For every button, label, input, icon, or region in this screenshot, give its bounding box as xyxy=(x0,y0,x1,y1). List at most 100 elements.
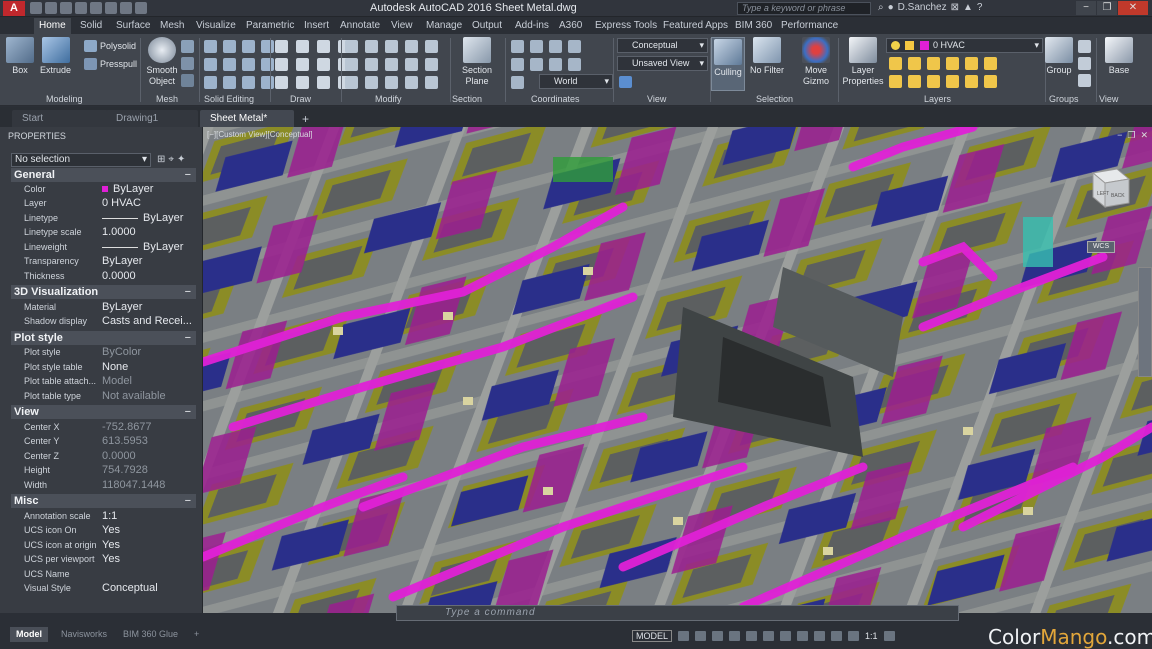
prop-row[interactable]: Plot style table None xyxy=(11,360,196,374)
help-icon[interactable]: ? xyxy=(977,2,983,13)
ellipse-icon[interactable] xyxy=(296,58,309,71)
layer-lock-icon[interactable] xyxy=(965,57,978,70)
panel-label-coordinates[interactable]: Coordinates xyxy=(531,94,580,104)
annotation-scale[interactable]: 1:1 xyxy=(865,631,878,641)
minimize-button[interactable]: − xyxy=(1076,1,1096,15)
user-icon[interactable]: ● xyxy=(888,2,894,13)
3d-rotate-icon[interactable] xyxy=(405,76,418,89)
viewport-controls-label[interactable]: [−][Custom View][Conceptual] xyxy=(207,130,312,139)
model-space-toggle[interactable]: MODEL xyxy=(632,630,673,642)
tab-manage[interactable]: Manage xyxy=(421,18,467,34)
coordinate-system-dropdown[interactable]: World xyxy=(539,74,613,89)
ortho-icon[interactable] xyxy=(712,631,724,641)
wcs-menu[interactable]: WCS xyxy=(1087,241,1115,253)
tab-a360[interactable]: A360 xyxy=(554,18,587,34)
ucs-world-icon[interactable] xyxy=(530,40,543,53)
tab-view[interactable]: View xyxy=(386,18,418,34)
application-menu-button[interactable]: A xyxy=(3,1,25,16)
save-as-icon[interactable] xyxy=(75,2,87,14)
prop-row[interactable]: Plot table attach... Model xyxy=(11,374,196,388)
upload-icon[interactable] xyxy=(90,2,102,14)
prop-row[interactable]: Shadow display Casts and Recei... xyxy=(11,314,196,328)
circle-icon[interactable] xyxy=(317,40,330,53)
search-input[interactable]: Type a keyword or phrase xyxy=(737,2,871,15)
doc-tab-sheet-metal[interactable]: Sheet Metal* xyxy=(200,110,294,127)
grid-icon[interactable] xyxy=(678,631,690,641)
viewport-close-icon[interactable]: ✕ xyxy=(1140,130,1148,141)
group-button[interactable]: Group xyxy=(1045,37,1073,76)
prop-row[interactable]: Plot table type Not available xyxy=(11,389,196,403)
named-view-dropdown[interactable]: Unsaved View xyxy=(617,56,708,71)
selection-dropdown[interactable]: No selection xyxy=(11,153,151,167)
polyline-icon[interactable] xyxy=(296,40,309,53)
ungroup-icon[interactable] xyxy=(1078,40,1091,53)
taper-icon[interactable] xyxy=(242,76,255,89)
tab-solid[interactable]: Solid xyxy=(75,18,107,34)
rectangle-icon[interactable] xyxy=(317,58,330,71)
panel-label-section[interactable]: Section xyxy=(452,94,482,104)
tab-express-tools[interactable]: Express Tools xyxy=(590,18,662,34)
gizmo-icon[interactable] xyxy=(814,631,826,641)
intersect-icon[interactable] xyxy=(242,40,255,53)
collapse-icon[interactable]: − xyxy=(185,285,191,299)
collapse-icon[interactable]: − xyxy=(185,494,191,508)
align-icon[interactable] xyxy=(385,76,398,89)
fillet-icon[interactable] xyxy=(385,58,398,71)
tab-bim-360[interactable]: BIM 360 xyxy=(730,18,777,34)
no-filter-button[interactable]: No Filter xyxy=(750,37,784,76)
scale-icon[interactable] xyxy=(345,58,358,71)
prop-row[interactable]: UCS Name xyxy=(11,567,196,581)
redo-icon[interactable] xyxy=(135,2,147,14)
extract-edges-icon[interactable] xyxy=(242,58,255,71)
interfere-icon[interactable] xyxy=(204,58,217,71)
layer-off-icon[interactable] xyxy=(946,57,959,70)
panel-label-mesh[interactable]: Mesh xyxy=(156,94,178,104)
tab-add-ins[interactable]: Add-ins xyxy=(510,18,554,34)
thicken-icon[interactable] xyxy=(261,76,274,89)
mesh-refine-icon[interactable] xyxy=(181,57,194,70)
stretch-icon[interactable] xyxy=(385,40,398,53)
layer-unisolate-icon[interactable] xyxy=(908,57,921,70)
prop-row[interactable]: Linetype ByLayer xyxy=(11,211,196,225)
prop-row[interactable]: Center Y 613.5953 xyxy=(11,434,196,448)
panel-label-modify[interactable]: Modify xyxy=(375,94,402,104)
tab-home[interactable]: Home xyxy=(34,18,71,34)
3d-mirror-icon[interactable] xyxy=(425,76,438,89)
ucs-x-icon[interactable] xyxy=(530,58,543,71)
culling-button[interactable]: Culling xyxy=(711,37,745,91)
prop-row[interactable]: Center X -752.8677 xyxy=(11,420,196,434)
mirror-icon[interactable] xyxy=(425,40,438,53)
ucs-icon[interactable] xyxy=(511,40,524,53)
mesh-primitive-icon[interactable] xyxy=(181,40,194,53)
layout-tab-model[interactable]: Model xyxy=(10,627,48,642)
separate-icon[interactable] xyxy=(204,76,217,89)
new-tab-button[interactable]: + xyxy=(298,112,313,127)
user-name[interactable]: D.Sanchez xyxy=(898,2,947,13)
presspull-button[interactable]: Presspull xyxy=(84,58,137,70)
tab-parametric[interactable]: Parametric xyxy=(241,18,299,34)
prop-row[interactable]: UCS icon On Yes xyxy=(11,523,196,537)
annotation-visibility-icon[interactable] xyxy=(831,631,843,641)
tab-mesh[interactable]: Mesh xyxy=(155,18,189,34)
add-layout-button[interactable]: + xyxy=(188,627,205,642)
ucs-3point-icon[interactable] xyxy=(511,58,524,71)
prop-row[interactable]: UCS per viewport Yes xyxy=(11,552,196,566)
close-button[interactable]: ✕ xyxy=(1118,1,1148,15)
base-button[interactable]: Base xyxy=(1105,37,1133,76)
panel-label-groups[interactable]: Groups xyxy=(1049,94,1079,104)
smooth-object-button[interactable]: Smooth Object xyxy=(144,37,180,87)
prop-row[interactable]: Center Z 0.0000 xyxy=(11,449,196,463)
open-icon[interactable] xyxy=(45,2,57,14)
prop-row[interactable]: Height 754.7928 xyxy=(11,463,196,477)
section-misc[interactable]: Misc − xyxy=(11,494,196,508)
line-icon[interactable] xyxy=(275,40,288,53)
a360-icon[interactable]: ▲ xyxy=(963,2,973,13)
layer-merge-icon[interactable] xyxy=(965,75,978,88)
new-icon[interactable] xyxy=(30,2,42,14)
collapse-icon[interactable]: − xyxy=(185,168,191,182)
prop-row[interactable]: Transparency ByLayer xyxy=(11,254,196,268)
erase-icon[interactable] xyxy=(345,76,358,89)
slice-icon[interactable] xyxy=(261,40,274,53)
prop-row[interactable]: Color ByLayer xyxy=(11,182,196,196)
layer-previous-icon[interactable] xyxy=(927,75,940,88)
